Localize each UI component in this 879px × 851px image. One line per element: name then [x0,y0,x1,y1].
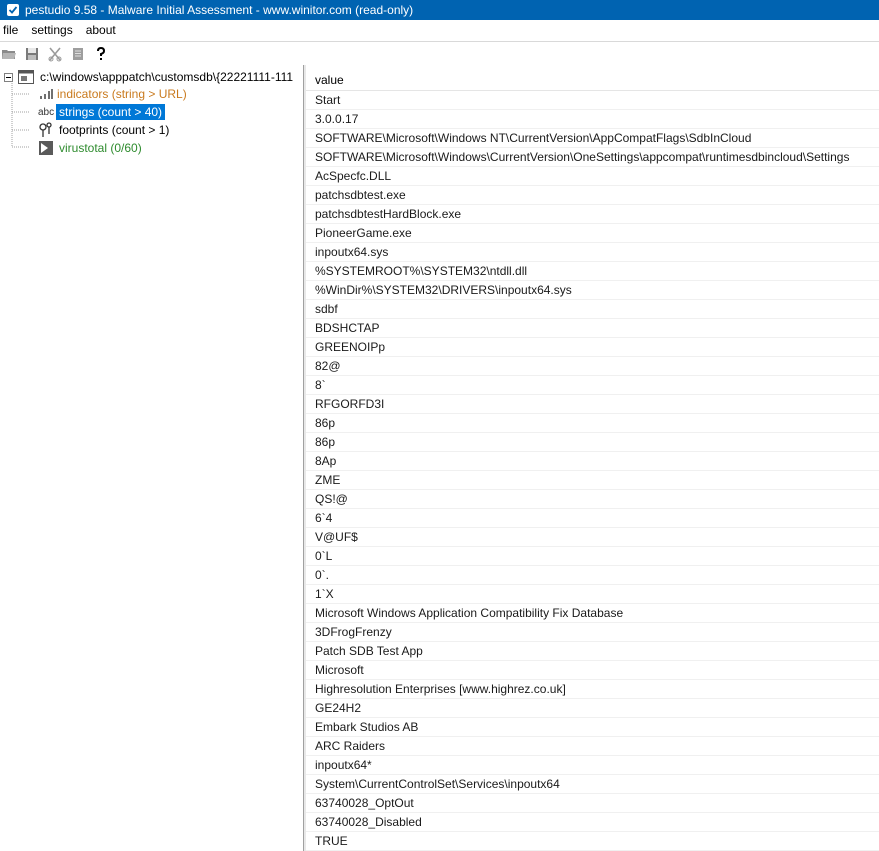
window-title: pestudio 9.58 - Malware Initial Assessme… [25,3,414,17]
table-row[interactable]: 3.0.0.17 [306,110,879,129]
virustotal-icon [38,140,56,156]
tree-item-label-indicators: indicators (string > URL) [57,87,187,101]
cut-icon[interactable] [47,46,63,62]
table-row[interactable]: 63740028_Disabled [306,813,879,832]
table-row[interactable]: V@UF$ [306,528,879,547]
title-bar: pestudio 9.58 - Malware Initial Assessme… [0,0,879,20]
table-row[interactable]: GREENOIPp [306,338,879,357]
table-row[interactable]: SOFTWARE\Microsoft\Windows\CurrentVersio… [306,148,879,167]
table-row[interactable]: GE24H2 [306,699,879,718]
table-row[interactable]: patchsdbtestHardBlock.exe [306,205,879,224]
table-row[interactable]: 8` [306,376,879,395]
table-row[interactable]: Embark Studios AB [306,718,879,737]
table-row[interactable]: 8Ap [306,452,879,471]
open-folder-icon[interactable] [1,46,17,62]
help-icon[interactable] [93,46,109,62]
table-row[interactable]: Start [306,91,879,110]
column-header-value[interactable]: value [306,69,879,91]
tree-item-indicators[interactable]: indicators (string > URL) [38,85,190,103]
table-row[interactable]: TRUE [306,832,879,851]
tree-item-label-footprints: footprints (count > 1) [59,123,170,137]
table-row[interactable]: %SYSTEMROOT%\SYSTEM32\ntdll.dll [306,262,879,281]
app-check-icon [7,4,19,16]
table-row[interactable]: 0`. [306,566,879,585]
menu-settings[interactable]: settings [27,20,77,41]
table-row[interactable]: patchsdbtest.exe [306,186,879,205]
save-icon[interactable] [24,46,40,62]
table-row[interactable]: 86p [306,414,879,433]
tree-root-node[interactable]: c:\windows\apppatch\customsdb\{22221111-… [4,68,296,86]
strings-list-pane: value Start 3.0.0.17 SOFTWARE\Microsoft\Wi… [306,65,879,851]
abc-icon: abc [38,106,55,118]
table-row[interactable]: SOFTWARE\Microsoft\Windows NT\CurrentVer… [306,129,879,148]
table-row[interactable]: 0`L [306,547,879,566]
table-row[interactable]: Patch SDB Test App [306,642,879,661]
file-window-icon [18,70,34,84]
table-row[interactable]: QS!@ [306,490,879,509]
table-row[interactable]: Microsoft [306,661,879,680]
tree-pane: c:\windows\apppatch\customsdb\{22221111-… [0,65,303,851]
toolbar [0,41,879,65]
tree-item-label-virustotal: virustotal (0/60) [59,141,142,155]
strings-list: Start 3.0.0.17 SOFTWARE\Microsoft\Windows … [306,91,879,851]
table-row[interactable]: 3DFrogFrenzy [306,623,879,642]
tree-item-strings[interactable]: abc strings (count > 40) [38,103,166,121]
menu-file[interactable]: file [0,20,23,41]
tree-item-virustotal[interactable]: virustotal (0/60) [38,139,145,157]
table-row[interactable]: Microsoft Windows Application Compatibil… [306,604,879,623]
table-row[interactable]: ARC Raiders [306,737,879,756]
menu-about[interactable]: about [82,20,121,41]
collapse-icon[interactable] [4,72,13,82]
table-row[interactable]: RFGORFD3I [306,395,879,414]
tree-root-label: c:\windows\apppatch\customsdb\{22221111-… [40,70,294,84]
table-row[interactable]: 86p [306,433,879,452]
table-row[interactable]: BDSHCTAP [306,319,879,338]
table-row[interactable]: %WinDir%\SYSTEM32\DRIVERS\inpoutx64.sys [306,281,879,300]
document-icon[interactable] [70,46,86,62]
tree-item-label-strings: strings (count > 40) [56,104,166,120]
table-row[interactable]: 1`X [306,585,879,604]
table-row[interactable]: inpoutx64.sys [306,243,879,262]
table-row[interactable]: 6`4 [306,509,879,528]
table-row[interactable]: AcSpecfc.DLL [306,167,879,186]
table-row[interactable]: ZME [306,471,879,490]
table-row[interactable]: Highresolution Enterprises [www.highrez.… [306,680,879,699]
table-row[interactable]: inpoutx64* [306,756,879,775]
menu-bar: file settings about [0,20,879,41]
footprint-icon [38,122,56,138]
table-row[interactable]: 63740028_OptOut [306,794,879,813]
table-row[interactable]: 82@ [306,357,879,376]
tree-item-footprints[interactable]: footprints (count > 1) [38,121,172,139]
bar-chart-icon [38,89,54,99]
table-row[interactable]: System\CurrentControlSet\Services\inpout… [306,775,879,794]
table-row[interactable]: PioneerGame.exe [306,224,879,243]
table-row[interactable]: sdbf [306,300,879,319]
